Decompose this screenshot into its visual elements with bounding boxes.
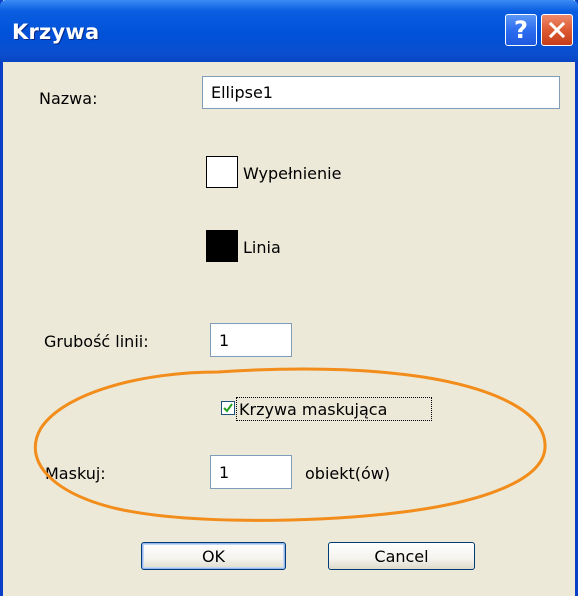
name-label: Nazwa: <box>39 89 98 108</box>
cancel-button[interactable]: Cancel <box>328 542 475 570</box>
mask-label: Maskuj: <box>45 464 106 483</box>
mask-count-field[interactable]: 1 <box>210 455 292 489</box>
ok-button[interactable]: OK <box>141 542 286 570</box>
mask-unit-label: obiekt(ów) <box>305 464 391 483</box>
help-button[interactable]: ? <box>505 14 537 46</box>
name-field[interactable]: Ellipse1 <box>202 76 560 109</box>
window-title: Krzywa <box>12 20 100 44</box>
close-icon <box>548 21 566 39</box>
fill-label: Wypełnienie <box>243 164 342 183</box>
line-label: Linia <box>243 238 281 257</box>
mask-checkbox-label[interactable]: Krzywa maskująca <box>239 400 387 419</box>
help-icon: ? <box>514 16 528 44</box>
mask-checkbox[interactable] <box>221 401 235 415</box>
thickness-label: Grubość linii: <box>44 332 149 351</box>
thickness-field[interactable]: 1 <box>210 323 292 357</box>
checkmark-icon <box>223 403 233 413</box>
dialog-window: Krzywa ? Nazwa: Ellipse1 Wypełnienie Lin… <box>0 0 578 596</box>
title-bar[interactable]: Krzywa ? <box>0 0 578 62</box>
line-color-swatch[interactable] <box>206 230 238 262</box>
close-button[interactable] <box>541 14 573 46</box>
fill-color-swatch[interactable] <box>206 156 238 188</box>
